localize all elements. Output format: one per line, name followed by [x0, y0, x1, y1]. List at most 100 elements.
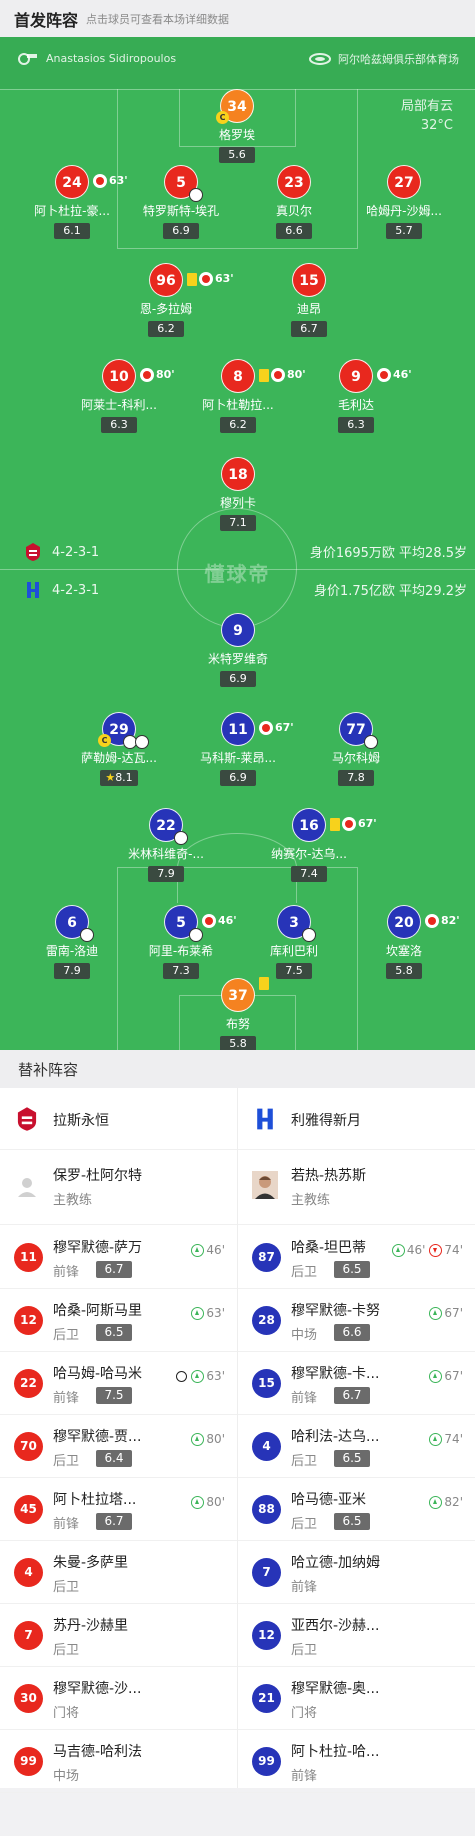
goal-icon: [80, 928, 94, 942]
player-name: 阿莱士-科利...: [81, 398, 157, 412]
away-player[interactable]: 20 82' 坎塞洛 5.8: [349, 905, 460, 979]
sub-player-row[interactable]: 7 哈立德-加纳姆 前锋: [238, 1541, 475, 1604]
team-name: 拉斯永恒: [53, 1113, 109, 1129]
home-player[interactable]: 96 63' 恩-多拉姆 6.2: [111, 263, 234, 337]
sub-player-row[interactable]: 22 哈马姆-哈马米 前锋 7.5 63': [0, 1352, 237, 1415]
home-player[interactable]: 8 80' 阿卜杜勒拉... 6.2: [183, 359, 306, 433]
player-rating: 6.6: [334, 1324, 370, 1341]
subs-panel: 拉斯永恒 保罗-杜阿尔特 主教练 11 穆罕默德-萨万 前锋 6.7 46' 12 哈桑-阿斯马里…: [0, 1088, 475, 1793]
sub-in-minute: 63': [206, 1306, 225, 1320]
sub-player-row[interactable]: 99 阿卜杜拉-哈... 前锋: [238, 1730, 475, 1793]
sub-player-row[interactable]: 88 哈马德-亚米 后卫 6.5 82': [238, 1478, 475, 1541]
player-rating: 7.5: [96, 1387, 132, 1404]
home-player[interactable]: 27 哈姆丹-沙姆... 5.7: [349, 165, 459, 239]
goal-icon: [189, 928, 203, 942]
player-number: 12: [252, 1621, 281, 1650]
player-position: 中场: [53, 1769, 80, 1784]
player-name: 穆罕默德-卡努: [291, 1303, 381, 1319]
player-rating: 7.1: [220, 515, 256, 531]
sub-player-row[interactable]: 15 穆罕默德-卡... 前锋 6.7 67': [238, 1352, 475, 1415]
away-player[interactable]: 29 C 萨勒姆-达瓦... ★8.1: [64, 712, 174, 786]
sub-player-row[interactable]: 30 穆罕默德-沙... 门将: [0, 1667, 237, 1730]
player-rating: 6.9: [220, 671, 256, 687]
player-rating: 7.3: [163, 963, 199, 979]
sub-events: 74': [429, 1432, 463, 1446]
sub-player-row[interactable]: 12 哈桑-阿斯马里 后卫 6.5 63': [0, 1289, 237, 1352]
away-player[interactable]: 5 46' 阿里-布莱希 7.3: [126, 905, 237, 979]
player-position: 后卫: [53, 1454, 80, 1469]
sub-minute: 67': [275, 721, 294, 734]
goal-icon: [364, 735, 378, 749]
away-player[interactable]: 77 马尔科姆 7.8: [301, 712, 411, 786]
player-number: 99: [14, 1747, 43, 1776]
away-player[interactable]: 9 米特罗维奇 6.9: [183, 613, 293, 687]
player-position: 门将: [291, 1706, 318, 1721]
player-events: 80': [259, 358, 306, 392]
team-row[interactable]: 利雅得新月: [238, 1088, 475, 1150]
player-events: 46': [377, 358, 412, 392]
sub-player-row[interactable]: 4 朱曼-多萨里 后卫: [0, 1541, 237, 1604]
player-rating: 5.7: [386, 223, 422, 239]
away-formation: 4-2-3-1: [24, 580, 99, 600]
player-number: 6: [55, 905, 94, 942]
player-number: 20 82': [387, 905, 460, 939]
venue-name: 阿尔哈兹姆俱乐部体育场: [338, 53, 459, 66]
referee-name: Anastasios Sidiropoulos: [46, 51, 177, 65]
home-player[interactable]: 5 特罗斯特-埃孔 6.9: [126, 165, 236, 239]
coach-row[interactable]: 保罗-杜阿尔特 主教练: [0, 1151, 237, 1225]
player-position: 后卫: [291, 1517, 318, 1532]
player-name: 苏丹-沙赫里: [53, 1618, 129, 1634]
player-name: 哈姆丹-沙姆...: [366, 204, 442, 218]
player-number: 22: [14, 1369, 43, 1398]
home-player[interactable]: 15 迪昂 6.7: [254, 263, 364, 337]
away-player[interactable]: 37 布努 5.8: [183, 977, 293, 1050]
player-position: 后卫: [53, 1580, 80, 1595]
away-player[interactable]: 3 库利巴利 7.5: [239, 905, 349, 979]
away-player[interactable]: 16 67' 纳赛尔-达乌... 7.4: [254, 808, 377, 882]
temperature: 32°C: [420, 118, 453, 133]
sub-player-row[interactable]: 28 穆罕默德-卡努 中场 6.6 67': [238, 1289, 475, 1352]
sub-player-row[interactable]: 70 穆罕默德-贾... 后卫 6.4 80': [0, 1415, 237, 1478]
player-events: 67': [330, 807, 377, 841]
sub-in-minute: 46': [406, 1243, 426, 1257]
sub-player-row[interactable]: 21 穆罕默德-奥... 门将: [238, 1667, 475, 1730]
home-player[interactable]: 34 C 格罗埃 5.6: [182, 89, 292, 163]
away-club-logo-icon: [257, 1108, 273, 1130]
player-position: 前锋: [291, 1391, 318, 1406]
lineup-header: 首发阵容 点击球员可查看本场详细数据: [0, 0, 475, 37]
player-number: 7: [14, 1621, 43, 1650]
sub-out-icon: [425, 914, 439, 928]
sub-in-minute: 63': [206, 1369, 225, 1383]
yellow-card-icon: [259, 977, 269, 990]
player-rating: 5.8: [220, 1036, 256, 1050]
player-name: 米特罗维奇: [207, 652, 268, 666]
away-player[interactable]: 11 67' 马科斯-莱昂... 6.9: [183, 712, 294, 786]
home-player[interactable]: 9 46' 毛利达 6.3: [301, 358, 412, 433]
stadium-icon: [309, 53, 331, 65]
player-position: 前锋: [53, 1265, 80, 1280]
player-name: 哈桑-阿斯马里: [53, 1303, 143, 1319]
away-player[interactable]: 22 米林科维奇-... 7.9: [111, 808, 221, 882]
home-player[interactable]: 18 穆列卡 7.1: [183, 457, 293, 531]
player-number: 22: [149, 808, 188, 845]
home-player[interactable]: 23 真贝尔 6.6: [239, 165, 349, 239]
home-player[interactable]: 10 80' 阿莱士-科利... 6.3: [64, 359, 175, 433]
coach-row[interactable]: 若热-热苏斯 主教练: [238, 1151, 475, 1225]
home-player[interactable]: 24 63' 阿卜杜拉-豪... 6.1: [17, 165, 128, 239]
sub-player-row[interactable]: 4 哈利法-达乌... 后卫 6.5 74': [238, 1415, 475, 1478]
away-player[interactable]: 6 雷南-洛迪 7.9: [17, 905, 127, 979]
team-row[interactable]: 拉斯永恒: [0, 1088, 237, 1150]
player-number: 4: [252, 1432, 281, 1461]
sub-player-row[interactable]: 99 马吉德-哈利法 中场: [0, 1730, 237, 1793]
player-number: 37: [221, 977, 269, 1012]
sub-minute: 67': [358, 817, 377, 830]
coach-role: 主教练: [291, 1193, 331, 1208]
sub-player-row[interactable]: 11 穆罕默德-萨万 前锋 6.7 46': [0, 1226, 237, 1289]
sub-player-row[interactable]: 7 苏丹-沙赫里 后卫: [0, 1604, 237, 1667]
sub-player-row[interactable]: 87 哈桑-坦巴蒂 后卫 6.5 46' 74': [238, 1226, 475, 1289]
player-name: 萨勒姆-达瓦...: [81, 751, 157, 765]
player-rating: 6.6: [276, 223, 312, 239]
sub-out-icon: [202, 914, 216, 928]
sub-player-row[interactable]: 45 阿卜杜拉塔... 前锋 6.7 80': [0, 1478, 237, 1541]
sub-player-row[interactable]: 12 亚西尔-沙赫... 后卫: [238, 1604, 475, 1667]
